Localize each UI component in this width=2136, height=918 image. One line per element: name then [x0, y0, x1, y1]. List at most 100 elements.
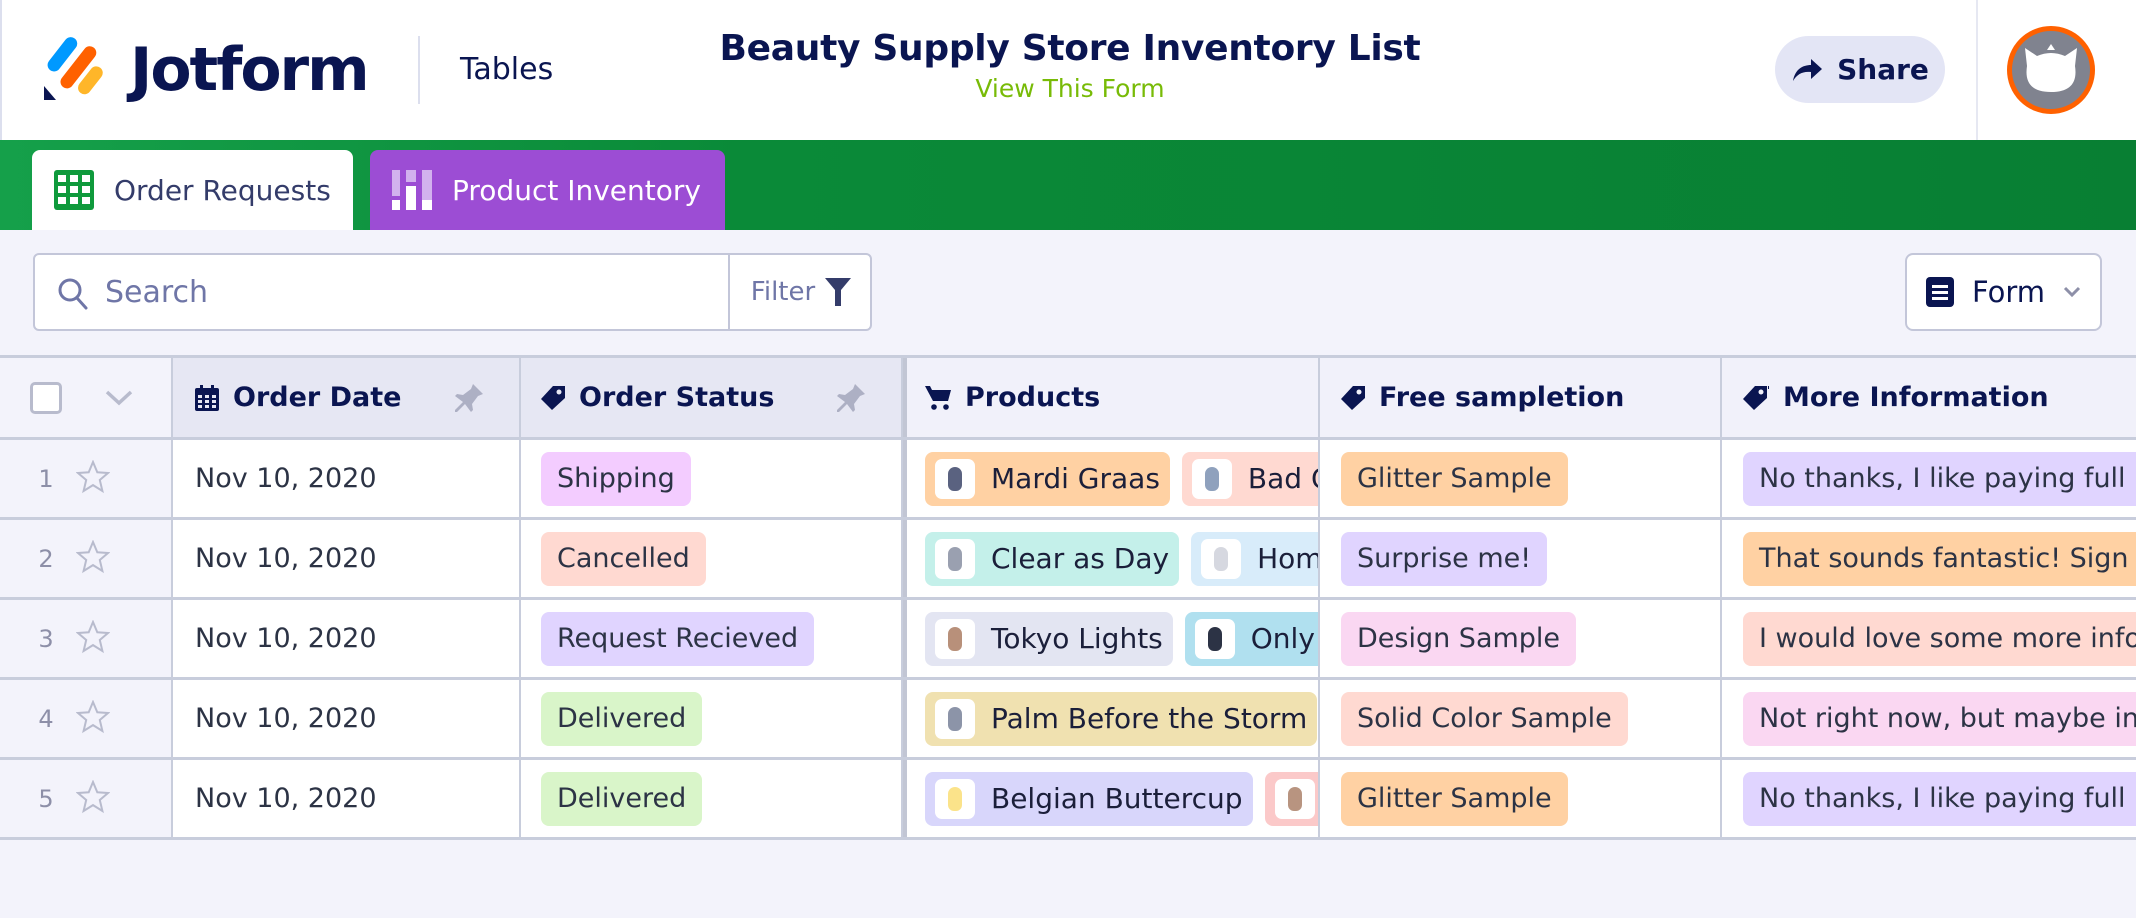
page-title: Beauty Supply Store Inventory List	[719, 28, 1421, 69]
column-header-products[interactable]: Products	[903, 358, 1320, 437]
column-header-order-status[interactable]: Order Status	[521, 358, 903, 437]
product-label: Palm Before the Storm	[991, 702, 1308, 735]
view-switcher-button[interactable]: Form	[1905, 253, 2102, 331]
order-status-cell[interactable]: Request Recieved	[521, 600, 903, 677]
view-form-link[interactable]: View This Form	[975, 72, 1164, 106]
order-date: Nov 10, 2020	[195, 703, 377, 734]
product-label: Clear as Day	[991, 542, 1170, 575]
products-cell[interactable]: Clear as Day Home	[903, 520, 1320, 597]
chevron-down-icon[interactable]	[104, 389, 134, 407]
order-status-cell[interactable]: Delivered	[521, 680, 903, 757]
column-header-order-date[interactable]: Order Date	[173, 358, 521, 437]
table-row[interactable]: 5 Nov 10, 2020 Delivered Belgian Buttercup G…	[0, 760, 2136, 840]
table-row[interactable]: 3 Nov 10, 2020 Request Recieved Tokyo Light…	[0, 600, 2136, 680]
products-cell[interactable]: Palm Before the Storm	[903, 680, 1320, 757]
more-info-badge: No thanks, I like paying full p	[1743, 451, 2136, 506]
product-pill[interactable]: Tokyo Lights	[925, 611, 1173, 666]
product-thumbnail	[1194, 618, 1235, 659]
table-row[interactable]: 1 Nov 10, 2020 Shipping Mardi Graas Bad Ch Gl…	[0, 440, 2136, 520]
share-button[interactable]: Share	[1775, 36, 1945, 103]
tab-product-inventory[interactable]: Product Inventory	[370, 150, 725, 230]
more-info-badge: That sounds fantastic! Sign m	[1743, 531, 2136, 586]
column-header-free-sampletion[interactable]: Free sampletion	[1320, 358, 1722, 437]
table-row[interactable]: 4 Nov 10, 2020 Delivered Palm Before the St…	[0, 680, 2136, 760]
nail-swatch-icon	[1287, 786, 1302, 811]
product-pill[interactable]: Clear as Day	[925, 531, 1180, 586]
favorite-star-button[interactable]	[75, 458, 111, 498]
table-row[interactable]: 2 Nov 10, 2020 Cancelled Clear as Day Home Su…	[0, 520, 2136, 600]
product-pill[interactable]: Bad Ch	[1181, 451, 1318, 506]
favorite-star-button[interactable]	[75, 778, 111, 818]
product-thumbnail	[1274, 778, 1315, 819]
product-pill[interactable]: G	[1264, 771, 1318, 826]
order-date-cell[interactable]: Nov 10, 2020	[173, 520, 521, 597]
product-pill[interactable]: Mardi Graas	[925, 451, 1170, 506]
jotform-logo-icon[interactable]	[42, 36, 104, 102]
order-status-cell[interactable]: Cancelled	[521, 520, 903, 597]
row-selector: 3	[0, 600, 173, 677]
row-number: 4	[38, 704, 54, 733]
products-cell[interactable]: Belgian Buttercup G	[903, 760, 1320, 837]
order-status-cell[interactable]: Delivered	[521, 760, 903, 837]
search-icon	[58, 278, 88, 310]
product-thumbnail	[1191, 458, 1232, 499]
product-thumbnail	[935, 778, 975, 819]
product-pill[interactable]: Home	[1191, 531, 1318, 586]
nail-swatch-icon	[1207, 626, 1222, 651]
select-all-checkbox[interactable]	[30, 381, 62, 414]
free-sample-cell[interactable]: Design Sample	[1320, 600, 1722, 677]
free-sample-cell[interactable]: Glitter Sample	[1320, 760, 1722, 837]
view-label: Form	[1971, 275, 2046, 309]
more-information-cell[interactable]: No thanks, I like paying full p	[1722, 440, 2136, 517]
search-input[interactable]	[105, 269, 715, 315]
product-pill[interactable]: Belgian Buttercup	[925, 771, 1253, 826]
status-badge: Request Recieved	[541, 611, 815, 666]
status-badge: Delivered	[541, 691, 703, 746]
tab-label: Product Inventory	[452, 173, 701, 207]
free-sample-cell[interactable]: Surprise me!	[1320, 520, 1722, 597]
products-cell[interactable]: Mardi Graas Bad Ch	[903, 440, 1320, 517]
order-date: Nov 10, 2020	[195, 783, 377, 814]
more-information-cell[interactable]: No thanks, I like paying full p	[1722, 760, 2136, 837]
tag-icon	[541, 385, 565, 410]
product-pill[interactable]: Only i	[1184, 611, 1318, 666]
nail-swatch-icon	[948, 786, 962, 811]
column-label: Order Status	[579, 382, 775, 413]
product-label: Mardi Graas	[991, 462, 1160, 495]
column-header-more-information[interactable]: More Information	[1722, 358, 2136, 437]
product-thumbnail	[935, 458, 975, 499]
products-cell[interactable]: Tokyo Lights Only i	[903, 600, 1320, 677]
order-date: Nov 10, 2020	[195, 543, 377, 574]
pin-icon[interactable]	[455, 384, 483, 414]
pin-icon[interactable]	[837, 384, 865, 414]
section-label: Tables	[460, 52, 554, 87]
product-pill[interactable]: Palm Before the Storm	[925, 691, 1318, 746]
form-icon	[1925, 277, 1954, 307]
column-label: More Information	[1783, 382, 2049, 413]
favorite-star-button[interactable]	[75, 538, 111, 578]
order-date-cell[interactable]: Nov 10, 2020	[173, 680, 521, 757]
free-sample-cell[interactable]: Solid Color Sample	[1320, 680, 1722, 757]
order-date-cell[interactable]: Nov 10, 2020	[173, 440, 521, 517]
brand-name[interactable]: Jotform	[130, 30, 370, 110]
order-date-cell[interactable]: Nov 10, 2020	[173, 760, 521, 837]
table-header-row: Order Date Order Status Products Free sa…	[0, 358, 2136, 440]
order-date-cell[interactable]: Nov 10, 2020	[173, 600, 521, 677]
free-sample-badge: Design Sample	[1341, 611, 1577, 666]
avatar[interactable]	[2007, 26, 2095, 114]
filter-button[interactable]: Filter	[728, 255, 872, 329]
more-information-cell[interactable]: I would love some more infor	[1722, 600, 2136, 677]
tab-order-requests[interactable]: Order Requests	[32, 150, 353, 230]
free-sample-cell[interactable]: Glitter Sample	[1320, 440, 1722, 517]
row-selector: 5	[0, 760, 173, 837]
more-information-cell[interactable]: That sounds fantastic! Sign m	[1722, 520, 2136, 597]
status-badge: Cancelled	[541, 531, 706, 586]
nail-swatch-icon	[948, 466, 962, 491]
product-label: Belgian Buttercup	[991, 782, 1243, 815]
favorite-star-button[interactable]	[75, 618, 111, 658]
order-status-cell[interactable]: Shipping	[521, 440, 903, 517]
favorite-star-button[interactable]	[75, 698, 111, 738]
status-badge: Shipping	[541, 451, 691, 506]
share-label: Share	[1837, 53, 1929, 86]
more-information-cell[interactable]: Not right now, but maybe in a	[1722, 680, 2136, 757]
